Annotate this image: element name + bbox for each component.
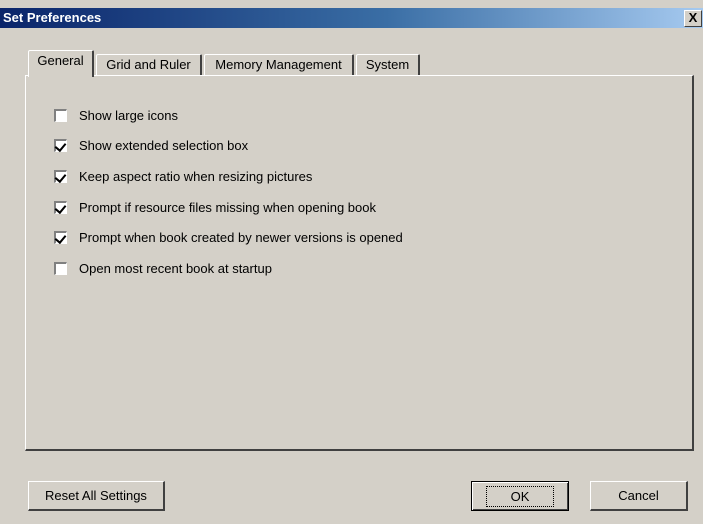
tab-general[interactable]: General [28,50,94,77]
ok-button[interactable]: OK [471,481,569,511]
title-bar: Set Preferences X [0,8,703,28]
option-show-extended-selection-box[interactable]: Show extended selection box [54,136,248,154]
tab-system[interactable]: System [356,54,420,76]
checkbox-show-extended-selection-box[interactable] [54,138,67,152]
set-preferences-dialog: Set Preferences X General Grid and Ruler… [0,0,703,524]
checkbox-show-large-icons[interactable] [54,108,67,122]
option-prompt-newer-version[interactable]: Prompt when book created by newer versio… [54,228,403,246]
cancel-button[interactable]: Cancel [590,481,688,511]
window-title: Set Preferences [3,10,102,25]
close-button[interactable]: X [684,10,702,27]
option-prompt-resource-missing[interactable]: Prompt if resource files missing when op… [54,198,376,216]
ok-button-label: OK [485,485,555,507]
option-show-large-icons[interactable]: Show large icons [54,106,178,124]
option-label: Open most recent book at startup [79,260,272,276]
checkbox-open-recent-book[interactable] [54,261,67,275]
option-label: Prompt when book created by newer versio… [79,229,403,245]
option-open-recent-book[interactable]: Open most recent book at startup [54,259,272,277]
option-label: Prompt if resource files missing when op… [79,199,376,215]
option-label: Show extended selection box [79,137,249,153]
tab-grid-and-ruler[interactable]: Grid and Ruler [96,54,202,76]
option-label: Show large icons [79,107,178,123]
reset-all-settings-button[interactable]: Reset All Settings [28,481,165,511]
checkbox-prompt-newer-version[interactable] [54,230,67,244]
tab-memory-management[interactable]: Memory Management [204,54,354,76]
option-label: Keep aspect ratio when resizing pictures [79,168,313,184]
checkbox-prompt-resource-missing[interactable] [54,200,67,214]
option-keep-aspect-ratio[interactable]: Keep aspect ratio when resizing pictures [54,167,312,185]
checkbox-keep-aspect-ratio[interactable] [54,169,67,183]
